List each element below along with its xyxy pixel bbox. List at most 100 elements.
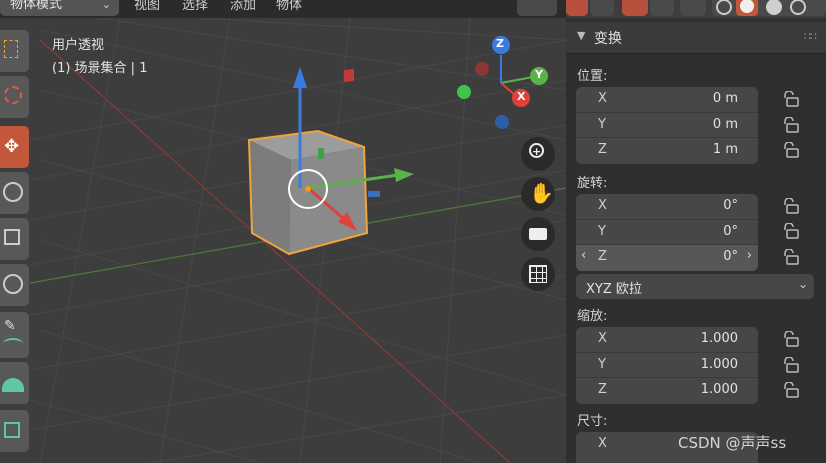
overlay-toggle-button[interactable] — [622, 0, 648, 16]
rotation-y-field[interactable]: Y 0° — [576, 220, 758, 245]
gizmo-y-label: Y — [535, 68, 543, 81]
rotation-x-field[interactable]: X 0° — [576, 194, 758, 220]
wireframe-shading-icon[interactable] — [716, 0, 732, 15]
lock-icon[interactable] — [781, 331, 799, 347]
rotation-fields: X 0° Y 0° ‹ Z 0° › — [576, 194, 758, 271]
rotate-tool[interactable] — [0, 172, 29, 214]
rotation-label: 旋转: — [577, 176, 608, 191]
hand-pan-icon: ✋ — [529, 181, 554, 205]
pan-button[interactable]: ✋ — [521, 177, 555, 211]
lock-icon[interactable] — [781, 142, 799, 158]
select-box-icon — [4, 40, 18, 58]
rotation-mode-value: XYZ 欧拉 — [586, 282, 642, 297]
dimensions-label: 尺寸: — [577, 414, 608, 429]
axis-label-x: X — [598, 436, 607, 451]
menu-select[interactable]: 选择 — [178, 0, 212, 16]
lock-icon[interactable] — [781, 382, 799, 398]
scale-fields: X 1.000 Y 1.000 Z 1.000 — [576, 327, 758, 404]
location-label: 位置: — [577, 69, 608, 84]
sidebar-panel: ▼ 变换 ∷∷ 位置: X 0 m Y 0 m Z 1 m 旋转: X 0° Y 0° ‹… — [566, 18, 826, 463]
grid-icon — [529, 265, 547, 283]
rotation-mode-select[interactable]: XYZ 欧拉 ⌄ — [576, 274, 814, 299]
location-x-value: 0 m — [712, 91, 738, 106]
cube-object[interactable] — [247, 129, 369, 256]
move-tool[interactable]: ✥ — [0, 126, 29, 168]
ortho-toggle-button[interactable] — [521, 257, 555, 291]
scale-label: 缩放: — [577, 309, 608, 324]
select-box-tool[interactable] — [0, 30, 29, 72]
gizmo-x-label: X — [517, 90, 526, 103]
scale-y-field[interactable]: Y 1.000 — [576, 353, 758, 378]
gizmo-z-label: Z — [496, 37, 504, 50]
view-object-types-button[interactable] — [517, 0, 557, 16]
scale-z-value: 1.000 — [700, 382, 738, 397]
location-fields: X 0 m Y 0 m Z 1 m — [576, 87, 758, 164]
transform-icon — [3, 274, 23, 294]
axis-label-y: Y — [598, 356, 606, 372]
pencil-icon: ✎ — [4, 318, 16, 334]
viewport-header: 物体模式 ⌄ 视图 选择 添加 物体 — [0, 0, 566, 18]
xray-toggle-button[interactable] — [680, 0, 706, 16]
rotate-icon — [3, 182, 23, 202]
menu-object[interactable]: 物体 — [272, 0, 306, 16]
scale-x-value: 1.000 — [700, 331, 738, 346]
chevron-down-icon: ⌄ — [101, 0, 111, 11]
lock-icon[interactable] — [781, 249, 799, 265]
location-y-field[interactable]: Y 0 m — [576, 113, 758, 138]
axis-label-x: X — [598, 331, 607, 346]
mode-select-value: 物体模式 — [10, 0, 63, 12]
axis-label-z: Z — [598, 249, 607, 264]
rendered-shading-icon[interactable] — [790, 0, 806, 15]
transform-panel-title: 变换 — [594, 31, 622, 47]
location-z-field[interactable]: Z 1 m — [576, 138, 758, 164]
measure-icon — [2, 378, 24, 392]
cursor-tool[interactable] — [0, 76, 29, 118]
material-shading-icon[interactable] — [766, 0, 782, 15]
axis-label-y: Y — [598, 223, 606, 239]
gizmo-dropdown-button[interactable] — [590, 0, 614, 16]
menu-view[interactable]: 视图 — [130, 0, 164, 16]
collapse-triangle-icon[interactable]: ▼ — [577, 29, 585, 42]
scale-y-value: 1.000 — [700, 356, 738, 372]
chevron-down-icon: ⌄ — [797, 277, 808, 291]
viewport-title: 用户透视 — [52, 38, 105, 53]
watermark: CSDN @声声ss — [678, 434, 787, 452]
measure-tool[interactable] — [0, 362, 29, 404]
chevron-left-icon[interactable]: ‹ — [581, 248, 586, 263]
mode-select[interactable]: 物体模式 ⌄ — [0, 0, 119, 16]
location-x-field[interactable]: X 0 m — [576, 87, 758, 113]
curve-icon — [3, 338, 23, 350]
gizmo-toggle-button[interactable] — [566, 0, 588, 16]
transform-panel-header[interactable]: ▼ 变换 ∷∷ — [566, 22, 826, 54]
shading-mode-buttons[interactable] — [712, 0, 826, 16]
chevron-right-icon[interactable]: › — [747, 248, 752, 263]
lock-icon[interactable] — [781, 117, 799, 133]
axis-label-x: X — [598, 91, 607, 106]
move-icon: ✥ — [4, 136, 20, 157]
menu-add[interactable]: 添加 — [226, 0, 260, 16]
cube-icon — [4, 422, 20, 438]
drag-grip-icon[interactable]: ∷∷ — [804, 30, 817, 43]
annotate-tool[interactable]: ✎ — [0, 312, 29, 358]
lock-icon[interactable] — [781, 223, 799, 239]
toolbar: ✥ ✎ — [0, 30, 31, 463]
lock-icon[interactable] — [781, 91, 799, 107]
zoom-button[interactable]: + — [521, 137, 555, 171]
cursor-icon — [4, 86, 22, 104]
location-z-value: 1 m — [712, 142, 738, 157]
axis-label-y: Y — [598, 116, 606, 132]
scale-x-field[interactable]: X 1.000 — [576, 327, 758, 353]
scale-z-field[interactable]: Z 1.000 — [576, 378, 758, 404]
plus-icon: + — [532, 145, 542, 158]
camera-view-button[interactable] — [521, 217, 555, 251]
camera-icon — [529, 228, 547, 240]
transform-tool[interactable] — [0, 264, 29, 306]
add-cube-tool[interactable] — [0, 410, 29, 452]
rotation-z-field[interactable]: ‹ Z 0° › — [576, 245, 758, 271]
lock-icon[interactable] — [781, 198, 799, 214]
axis-label-x: X — [598, 198, 607, 213]
scale-tool[interactable] — [0, 218, 29, 260]
lock-icon[interactable] — [781, 357, 799, 373]
viewport-subtitle: (1) 场景集合 | 1 — [52, 61, 148, 76]
overlay-dropdown-button[interactable] — [650, 0, 674, 16]
